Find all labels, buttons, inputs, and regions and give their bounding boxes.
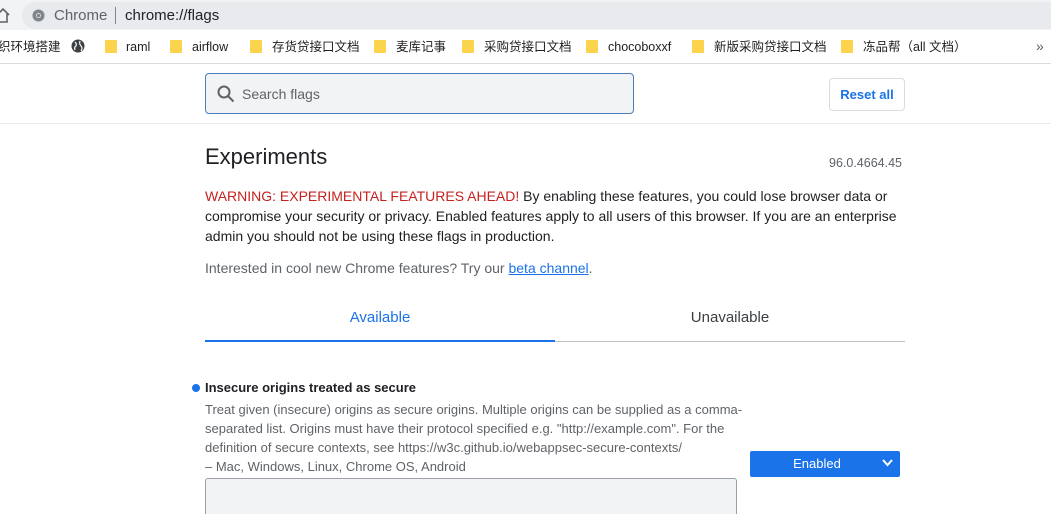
folder-icon xyxy=(170,40,182,53)
address-bar[interactable]: Chrome chrome://flags xyxy=(22,2,1051,29)
folder-icon xyxy=(105,40,117,53)
folder-icon xyxy=(462,40,474,53)
folder-icon xyxy=(250,40,262,53)
folder-icon xyxy=(374,40,386,53)
site-name: Chrome xyxy=(54,7,108,24)
version-label: 96.0.4664.45 xyxy=(829,156,902,170)
tab-unavailable[interactable]: Unavailable xyxy=(555,300,905,342)
modified-indicator xyxy=(192,384,200,392)
chevron-down-icon xyxy=(882,459,893,467)
origins-textarea[interactable] xyxy=(205,478,737,514)
flags-header: Reset all xyxy=(0,64,1051,124)
bookmark-item[interactable]: 冻品帮（all 文档） xyxy=(863,39,966,55)
experiment-name: Insecure origins treated as secure xyxy=(205,380,416,395)
search-box[interactable] xyxy=(205,73,634,114)
warning-label: WARNING: EXPERIMENTAL FEATURES AHEAD! xyxy=(205,188,520,204)
bookmark-item[interactable]: 采购贷接口文档 xyxy=(484,39,572,55)
beta-info-prefix: Interested in cool new Chrome features? … xyxy=(205,260,509,276)
bookmark-item[interactable]: raml xyxy=(126,39,150,55)
experiment-state-select[interactable]: Enabled xyxy=(750,451,900,477)
home-icon[interactable] xyxy=(0,6,10,24)
warning-text: WARNING: EXPERIMENTAL FEATURES AHEAD! By… xyxy=(205,186,905,246)
bookmark-item[interactable]: chocoboxxf xyxy=(608,39,671,55)
search-input[interactable] xyxy=(242,82,622,106)
beta-info: Interested in cool new Chrome features? … xyxy=(205,260,593,276)
url-text[interactable]: chrome://flags xyxy=(125,7,219,24)
experiment-state-value: Enabled xyxy=(793,456,841,471)
bookmark-item[interactable]: 存货贷接口文档 xyxy=(272,39,360,55)
reset-all-button[interactable]: Reset all xyxy=(829,78,905,111)
bookmarks-bar: 织环境搭建 raml airflow 存货贷接口文档 麦库记事 采购贷接口文档 … xyxy=(0,30,1051,64)
bookmark-item[interactable]: 新版采购贷接口文档 xyxy=(714,39,827,55)
bookmark-item[interactable]: 麦库记事 xyxy=(396,39,446,55)
tab-available[interactable]: Available xyxy=(205,300,555,342)
beta-info-suffix: . xyxy=(588,260,593,276)
bookmark-item[interactable]: 织环境搭建 xyxy=(0,39,61,55)
experiment-platforms: – Mac, Windows, Linux, Chrome OS, Androi… xyxy=(205,459,466,474)
globe-icon[interactable] xyxy=(71,39,85,53)
folder-icon xyxy=(692,40,704,53)
folder-icon xyxy=(841,40,853,53)
page-title: Experiments xyxy=(205,144,328,169)
bookmark-item[interactable]: airflow xyxy=(192,39,228,55)
chrome-icon xyxy=(32,9,45,22)
folder-icon xyxy=(586,40,598,53)
experiment-description-text: Treat given (insecure) origins as secure… xyxy=(205,402,743,455)
search-icon xyxy=(217,85,235,103)
beta-channel-link[interactable]: beta channel xyxy=(508,260,588,276)
omnibox-bar: Chrome chrome://flags xyxy=(0,0,1051,30)
bookmarks-overflow-icon[interactable]: » xyxy=(1036,38,1044,54)
experiment-description: Treat given (insecure) origins as secure… xyxy=(205,400,745,476)
omnibox-separator xyxy=(115,7,116,24)
